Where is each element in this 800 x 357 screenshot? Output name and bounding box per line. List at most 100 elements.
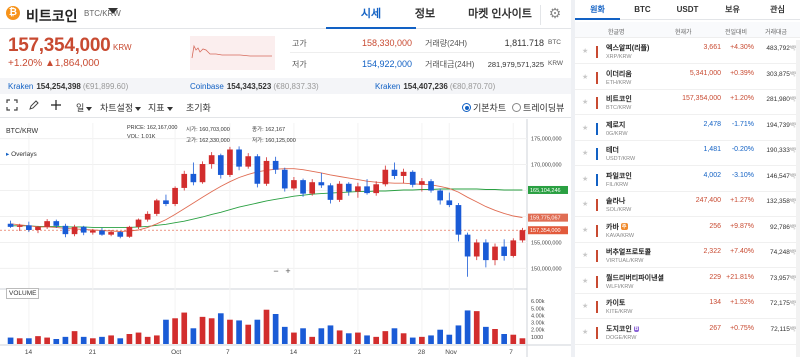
reset-button[interactable]: 초기화 <box>186 101 211 114</box>
candle-body <box>190 173 197 183</box>
candle-body <box>464 234 471 257</box>
tab-usdt[interactable]: USDT <box>665 0 710 20</box>
star-icon[interactable]: ★ <box>582 47 588 55</box>
star-icon[interactable]: ★ <box>582 124 588 132</box>
tab-market-insight[interactable]: 마켓 인사이트 <box>460 0 540 29</box>
exchange-item[interactable]: Kraken 154,407,236 (€80,870.70) <box>375 82 495 91</box>
indicators-button[interactable]: 지표 <box>148 101 173 114</box>
star-icon[interactable]: ★ <box>582 200 588 208</box>
zoom-out-button[interactable]: − <box>270 266 282 276</box>
candle-body <box>53 221 60 226</box>
coin-price: 1,481 <box>703 146 721 153</box>
coin-change: +7.40% <box>730 248 754 255</box>
star-icon[interactable]: ★ <box>582 226 588 234</box>
coin-market: DOGE/KRW <box>606 334 637 341</box>
col-volume[interactable]: 거래대금 <box>765 27 787 36</box>
volume-bar <box>35 336 41 344</box>
candlestick-chart-svg[interactable]: 175,000,000170,000,000165,000,000160,000… <box>0 119 571 357</box>
star-icon[interactable]: ★ <box>582 277 588 285</box>
market-list-panel: 원화 BTC USDT 보유 관심 한글명 현재가 전일대비 거래대금 ★ 엑스알… <box>575 0 800 357</box>
current-price: 157,354,000 <box>8 35 111 56</box>
market-row[interactable]: ★ 테더 USDT/KRW 1,481 -0.20% 190,333백만 <box>575 142 800 166</box>
star-icon[interactable]: ★ <box>582 73 588 81</box>
draw-pencil-icon[interactable] <box>28 99 40 113</box>
volume-bar <box>108 335 114 344</box>
tab-krw[interactable]: 원화 <box>575 0 620 20</box>
star-icon[interactable]: ★ <box>582 98 588 106</box>
volume-bar <box>419 336 425 344</box>
volume-bar <box>382 331 389 344</box>
coin-change: +1.52% <box>730 299 754 306</box>
market-row[interactable]: ★ 버추얼프로토콜 VIRTUAL/KRW 2,322 +7.40% 74,248백만 <box>575 244 800 268</box>
market-row[interactable]: ★ 솔라나 SOL/KRW 247,400 +1.27% 132,358백만 <box>575 193 800 217</box>
candle-body <box>217 155 224 175</box>
coin-volume: 194,739백만 <box>766 121 800 129</box>
basic-chart-radio[interactable]: 기본차트 <box>462 101 506 114</box>
change-percent: +1.20% <box>8 58 43 69</box>
coin-name: 도지코인 B <box>606 325 640 333</box>
coin-change: +21.81% <box>726 273 754 281</box>
market-row[interactable]: ★ 엑스알피(리플) XRP/KRW 3,661 +4.30% 483,792백만 <box>575 40 800 64</box>
chart-settings-button[interactable]: 차트설정 <box>100 101 142 114</box>
price-chart[interactable]: 175,000,000170,000,000165,000,000160,000… <box>0 119 571 357</box>
candle-body <box>163 200 169 205</box>
crosshair-icon[interactable] <box>50 99 62 113</box>
star-icon[interactable]: ★ <box>582 149 588 157</box>
coin-name: 솔라나 <box>606 198 626 205</box>
interval-select[interactable]: 일 <box>76 101 93 114</box>
market-row[interactable]: ★ 도지코인 B DOGE/KRW 267 +0.75% 72,115백만 <box>575 321 800 345</box>
ohlc-right: 종가: 162,167 저가: 160,125,000 <box>252 127 296 144</box>
volume-bar <box>181 312 188 344</box>
zoom-in-button[interactable]: + <box>282 266 294 276</box>
candle-body <box>327 185 334 200</box>
market-row[interactable]: ★ 월드리버티파이낸셜 WLFI/KRW 229 +21.81% 73,957백만 <box>575 270 800 294</box>
market-row[interactable]: ★ 파일코인 FIL/KRW 4,002 -3.10% 146,547백만 <box>575 168 800 192</box>
price-unit: KRW <box>113 43 132 52</box>
volume-bar <box>501 334 507 344</box>
star-icon[interactable]: ★ <box>582 302 588 310</box>
volume-bar <box>236 320 242 344</box>
market-row[interactable]: ★ 카바 주 KAVA/KRW 256 +9.87% 92,786백만 <box>575 219 800 243</box>
ohlc-left: PRICE: 162,167,000 VOL: 1.01K <box>127 125 178 140</box>
mini-candle-icon <box>596 71 598 84</box>
exchange-item[interactable]: Kraken 154,254,398 (€91,899.60) <box>8 82 128 91</box>
tab-btc[interactable]: BTC <box>620 0 665 20</box>
coin-name: 엑스알피(리플) <box>606 45 650 52</box>
tab-favorites[interactable]: 관심 <box>755 0 800 20</box>
overlays-toggle[interactable]: ▸ Overlays <box>6 150 37 158</box>
star-icon[interactable]: ★ <box>582 251 588 259</box>
col-change[interactable]: 전일대비 <box>725 27 747 36</box>
market-row[interactable]: ★ 카이토 KITE/KRW 134 +1.52% 72,175백만 <box>575 295 800 319</box>
candle-body <box>89 230 96 233</box>
col-name[interactable]: 한글명 <box>608 27 625 36</box>
candle-body <box>400 171 407 176</box>
x-tick-label: 14 <box>25 349 33 356</box>
candle-body <box>199 164 206 183</box>
market-row[interactable]: ★ 비트코인 BTC/KRW 157,354,000 +1.20% 281,980백만 <box>575 91 800 115</box>
volume-tick-label: 6.00k <box>531 299 545 305</box>
scrollbar[interactable] <box>796 40 800 357</box>
col-price[interactable]: 현재가 <box>675 27 692 36</box>
fullscreen-icon[interactable] <box>6 99 18 113</box>
exchange-item[interactable]: Coinbase 154,343,523 (€80,837.33) <box>190 82 319 91</box>
mini-candle-icon <box>596 199 598 211</box>
chevron-down-icon[interactable] <box>108 8 118 14</box>
volume-bar <box>44 337 50 344</box>
tab-info[interactable]: 정보 <box>380 0 470 29</box>
star-icon[interactable]: ★ <box>582 175 588 183</box>
market-row[interactable]: ★ 제로지 0G/KRW 2,478 -1.71% 194,739백만 <box>575 117 800 141</box>
coin-name[interactable]: 비트코인 <box>26 6 78 26</box>
coin-price: 157,354,000 <box>682 95 721 102</box>
coin-volume: 132,358백만 <box>766 198 800 205</box>
tradingview-radio[interactable]: 트레이딩뷰 <box>512 101 564 114</box>
gear-icon[interactable]: ⚙ <box>540 5 569 25</box>
coin-volume: 281,980백만 <box>766 96 800 103</box>
candle-body <box>236 149 242 167</box>
volume-bar <box>355 332 361 344</box>
tab-holdings[interactable]: 보유 <box>710 0 755 20</box>
x-tick-label: Nov <box>445 349 457 356</box>
bitcoin-icon: ₿ <box>6 6 20 20</box>
market-row[interactable]: ★ 이더리움 ETH/KRW 5,341,000 +0.39% 303,875백만 <box>575 66 800 90</box>
star-icon[interactable]: ★ <box>582 328 588 336</box>
coin-badge: B <box>633 325 640 332</box>
